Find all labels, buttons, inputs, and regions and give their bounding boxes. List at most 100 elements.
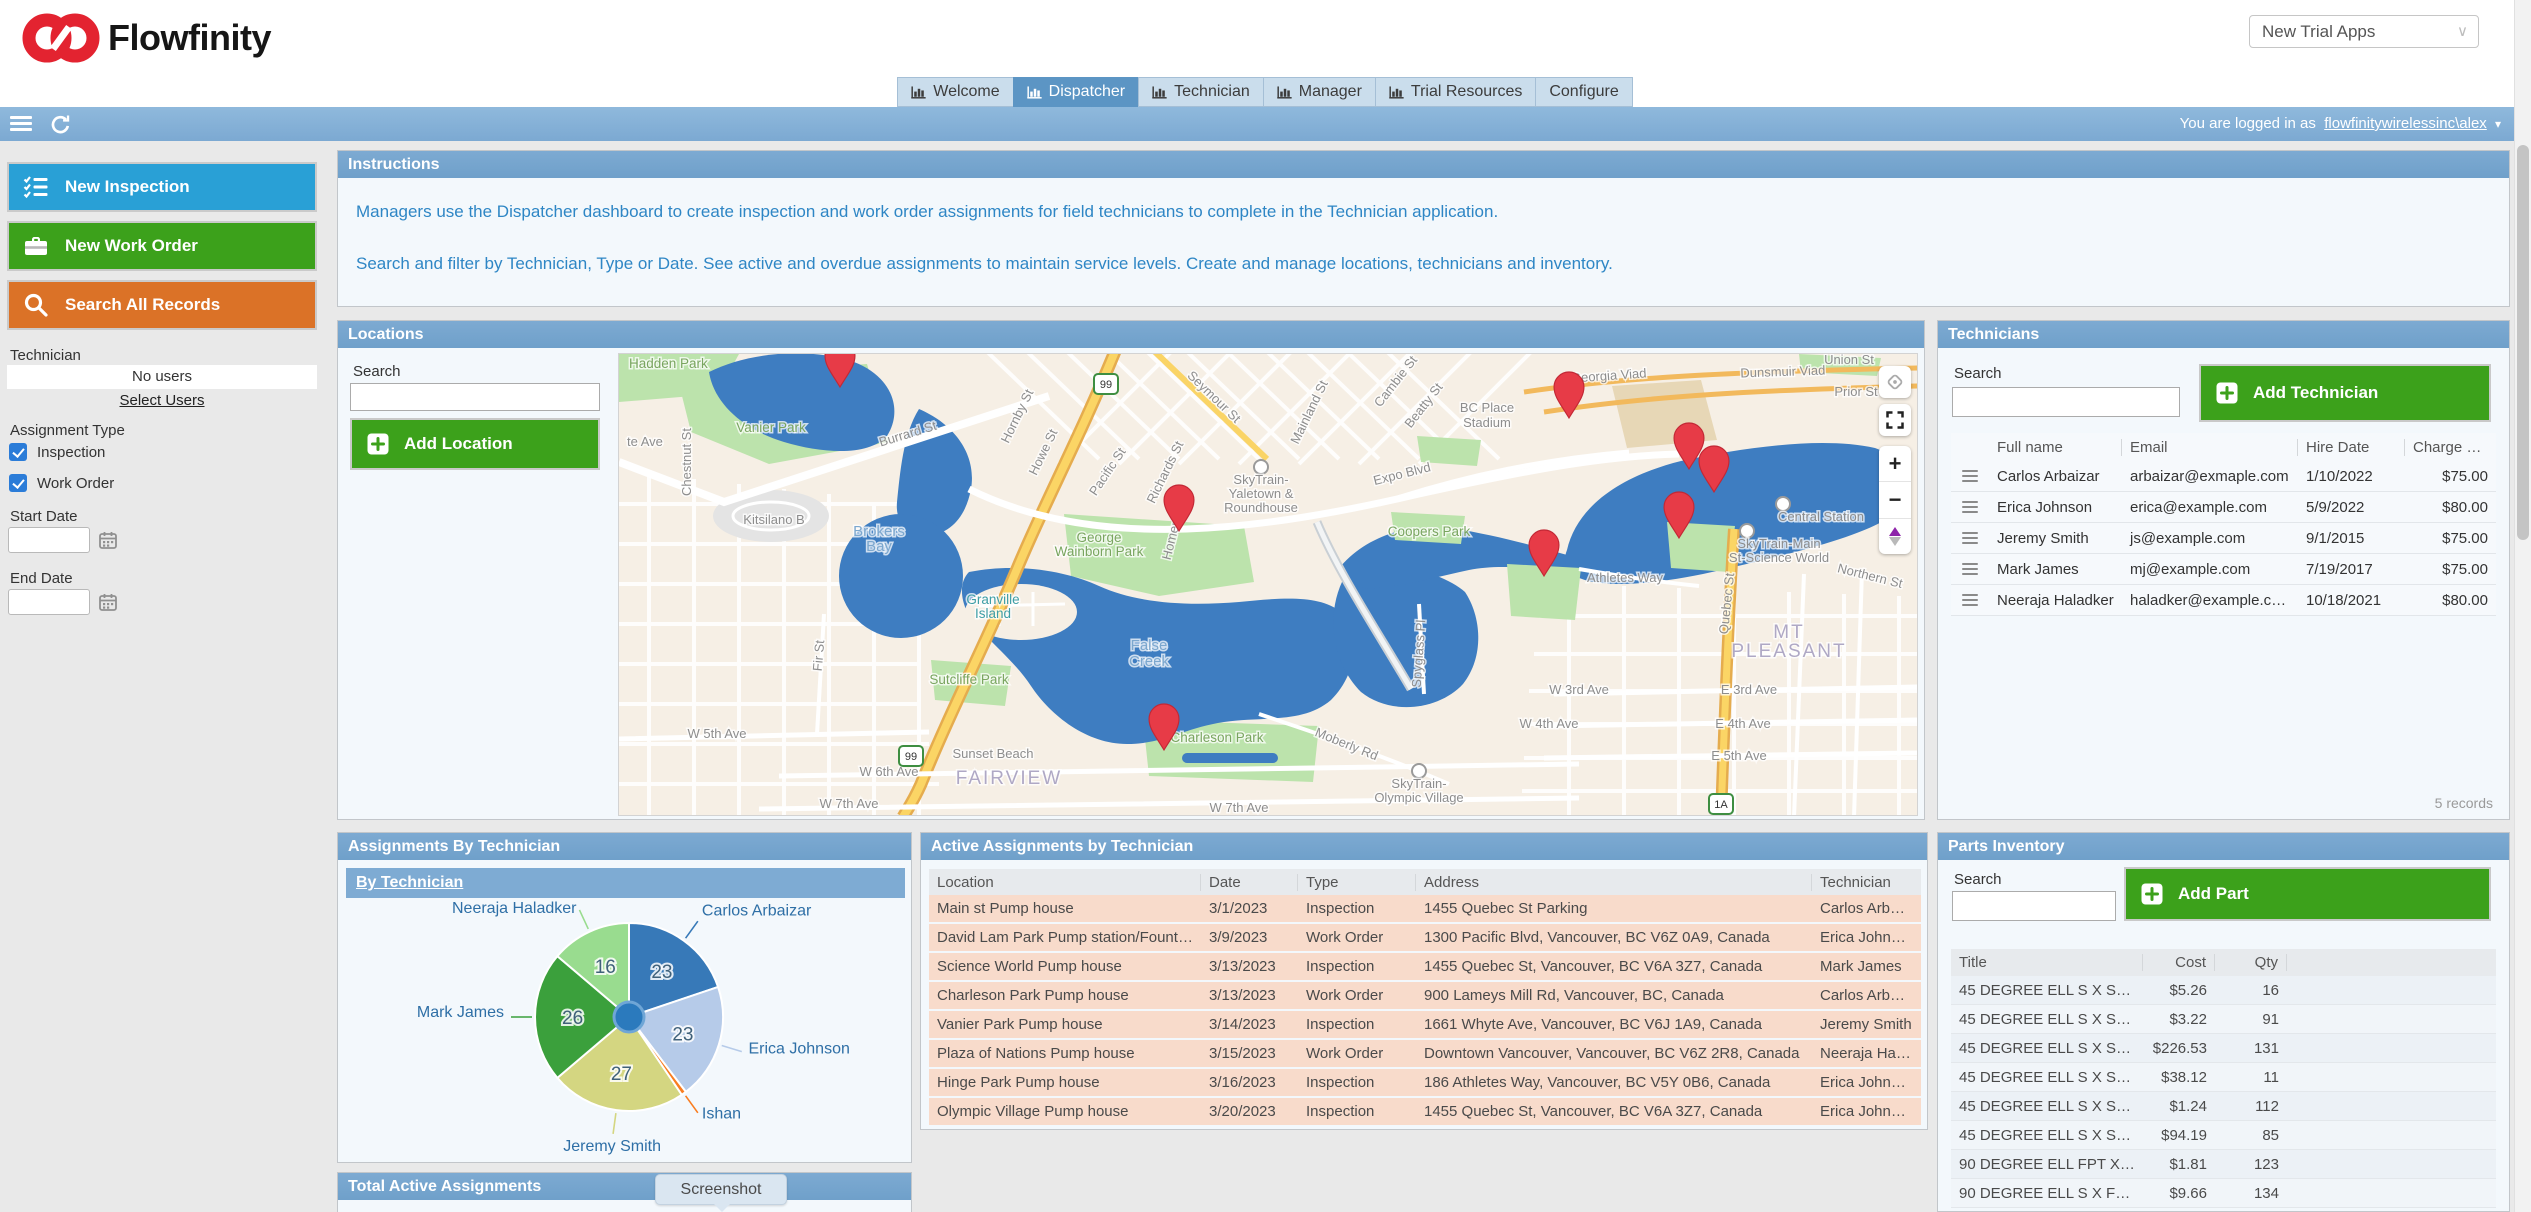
table-row[interactable]: Jeremy Smithjs@example.com9/1/2015$75.00 — [1951, 523, 2496, 554]
part-row[interactable]: 45 DEGREE ELL S X S - ...$1.24112 — [1951, 1092, 2496, 1121]
map-label: W 7th Ave — [819, 796, 878, 811]
locate-me-button[interactable] — [1879, 366, 1911, 398]
table-cell: Inspection — [1298, 1074, 1416, 1091]
assignment-row[interactable]: Plaza of Nations Pump house3/15/2023Work… — [929, 1040, 1921, 1069]
add-technician-button[interactable]: Add Technician — [2199, 364, 2491, 422]
new-work-order-button[interactable]: New Work Order — [7, 221, 317, 271]
highway-shield: 99 — [1094, 374, 1118, 394]
search-all-records-button[interactable]: Search All Records — [7, 280, 317, 330]
row-menu-icon[interactable] — [1951, 470, 1989, 482]
checkbox-work-order[interactable] — [9, 474, 27, 492]
table-cell: Erica Johnson — [1812, 1074, 1921, 1091]
highway-shield: 99 — [899, 746, 923, 766]
table-cell: Work Order — [1298, 987, 1416, 1004]
logged-in-user-link[interactable]: flowfinitywirelessinc\alex — [2324, 115, 2487, 132]
tab-technician[interactable]: Technician — [1138, 77, 1264, 107]
assignment-row[interactable]: Charleson Park Pump house3/13/2023Work O… — [929, 982, 1921, 1011]
table-cell: $75.00 — [2405, 530, 2496, 547]
table-cell: Charleson Park Pump house — [929, 987, 1201, 1004]
table-cell: 3/16/2023 — [1201, 1074, 1298, 1091]
parts-inventory-title: Parts Inventory — [1938, 833, 2509, 860]
total-active-assignments-title: Total Active Assignments — [338, 1173, 911, 1200]
assignment-row[interactable]: David Lam Park Pump station/Fountain3/9/… — [929, 924, 1921, 953]
part-row[interactable]: 45 DEGREE ELL S X S - ...$5.2616 — [1951, 976, 2496, 1005]
app-selector-dropdown[interactable]: New Trial Apps ∨ — [2249, 15, 2479, 48]
tab-welcome[interactable]: Welcome — [897, 77, 1013, 107]
tab-trial-resources[interactable]: Trial Resources — [1375, 77, 1536, 107]
add-part-button[interactable]: Add Part — [2124, 867, 2491, 921]
map-label: Prior St — [1834, 384, 1878, 399]
technicians-search-input[interactable] — [1952, 387, 2180, 417]
refresh-icon[interactable] — [50, 114, 76, 136]
assignment-type-option: Inspection — [9, 443, 105, 461]
map-zoom-controls: + − — [1879, 446, 1911, 554]
table-cell: 123 — [2215, 1156, 2287, 1173]
tilt-control[interactable] — [1879, 519, 1911, 554]
locations-map[interactable]: Hadden ParkVanier ParkKitsilano BChestnu… — [618, 353, 1918, 816]
checkbox-inspection[interactable] — [9, 443, 27, 461]
part-row[interactable]: 45 DEGREE ELL S X S - ...$38.1211 — [1951, 1063, 2496, 1092]
table-row[interactable]: Neeraja Haladkerhaladker@example.com10/1… — [1951, 585, 2496, 616]
table-cell: $38.12 — [2143, 1069, 2215, 1086]
fullscreen-button[interactable] — [1879, 404, 1911, 436]
row-menu-icon[interactable] — [1951, 532, 1989, 544]
select-users-link[interactable]: Select Users — [7, 392, 317, 409]
locations-search-input[interactable] — [350, 383, 600, 411]
checkbox-label: Inspection — [37, 444, 105, 461]
tab-configure[interactable]: Configure — [1535, 77, 1632, 107]
assignment-row[interactable]: Main st Pump house3/1/2023Inspection1455… — [929, 895, 1921, 924]
map-label: Creek — [1129, 653, 1170, 670]
map-label: Athletes Way — [1587, 570, 1664, 585]
assignment-row[interactable]: Vanier Park Pump house3/14/2023Inspectio… — [929, 1011, 1921, 1040]
menu-icon[interactable] — [10, 113, 36, 135]
column-header: Hire Date — [2298, 439, 2405, 456]
map-label: George — [1076, 530, 1121, 545]
table-row[interactable]: Mark Jamesmj@example.com7/19/2017$75.00 — [1951, 554, 2496, 585]
scrollbar-thumb[interactable] — [2517, 145, 2529, 540]
new-inspection-button[interactable]: New Inspection — [7, 162, 317, 212]
row-menu-icon[interactable] — [1951, 594, 1989, 606]
tab-manager[interactable]: Manager — [1263, 77, 1376, 107]
map-label: Kitsilano B — [743, 512, 804, 527]
part-row[interactable]: 45 DEGREE ELL S X S - ...$94.1985 — [1951, 1121, 2496, 1150]
row-menu-icon[interactable] — [1951, 501, 1989, 513]
add-location-button[interactable]: Add Location — [350, 418, 600, 470]
column-header: Date — [1201, 874, 1298, 891]
svg-text:1A: 1A — [1714, 799, 1728, 811]
assignment-type-option: Work Order — [9, 474, 114, 492]
end-date-input[interactable] — [8, 589, 90, 615]
table-cell: Mark James — [1812, 958, 1921, 975]
table-row[interactable]: Carlos Arbaizararbaizar@exmaple.com1/10/… — [1951, 461, 2496, 492]
calendar-icon[interactable] — [98, 530, 118, 550]
part-row[interactable]: 90 DEGREE ELL S X FP...$9.66134 — [1951, 1179, 2496, 1208]
map-label: W 5th Ave — [687, 726, 746, 741]
start-date-input[interactable] — [8, 527, 90, 553]
assignments-pie-chart[interactable]: Carlos Arbaizar23Erica Johnson23IshanJer… — [338, 899, 913, 1163]
table-cell: 1300 Pacific Blvd, Vancouver, BC V6Z 0A9… — [1416, 929, 1812, 946]
table-cell: Main st Pump house — [929, 900, 1201, 917]
instructions-paragraph: Search and filter by Technician, Type or… — [356, 254, 2491, 274]
table-cell: $5.26 — [2143, 982, 2215, 999]
assignment-row[interactable]: Hinge Park Pump house3/16/2023Inspection… — [929, 1069, 1921, 1098]
calendar-icon[interactable] — [98, 592, 118, 612]
map-label: E 3rd Ave — [1721, 682, 1777, 697]
assignment-row[interactable]: Olympic Village Pump house3/20/2023Inspe… — [929, 1098, 1921, 1127]
part-row[interactable]: 90 DEGREE ELL FPT X ...$1.81123 — [1951, 1150, 2496, 1179]
zoom-in-button[interactable]: + — [1879, 446, 1911, 482]
assignment-row[interactable]: Science World Pump house3/13/2023Inspect… — [929, 953, 1921, 982]
table-cell: 186 Athletes Way, Vancouver, BC V5Y 0B6,… — [1416, 1074, 1812, 1091]
row-menu-icon[interactable] — [1951, 563, 1989, 575]
zoom-out-button[interactable]: − — [1879, 482, 1911, 518]
table-cell: 1455 Quebec St, Vancouver, BC V6A 3Z7, C… — [1416, 1103, 1812, 1120]
tilt-down-icon — [1889, 537, 1901, 546]
locations-search-label: Search — [353, 363, 401, 380]
part-row[interactable]: 45 DEGREE ELL S X S - ...$226.53131 — [1951, 1034, 2496, 1063]
part-row[interactable]: 45 DEGREE ELL S X S - ...$3.2291 — [1951, 1005, 2496, 1034]
pie-leader-line — [579, 910, 588, 929]
parts-search-input[interactable] — [1952, 891, 2116, 921]
by-technician-link[interactable]: By Technician — [356, 874, 463, 891]
table-cell: 112 — [2215, 1098, 2287, 1115]
tab-dispatcher[interactable]: Dispatcher — [1013, 77, 1139, 107]
table-row[interactable]: Erica Johnsonerica@example.com5/9/2022$8… — [1951, 492, 2496, 523]
button-label: New Work Order — [65, 236, 198, 256]
